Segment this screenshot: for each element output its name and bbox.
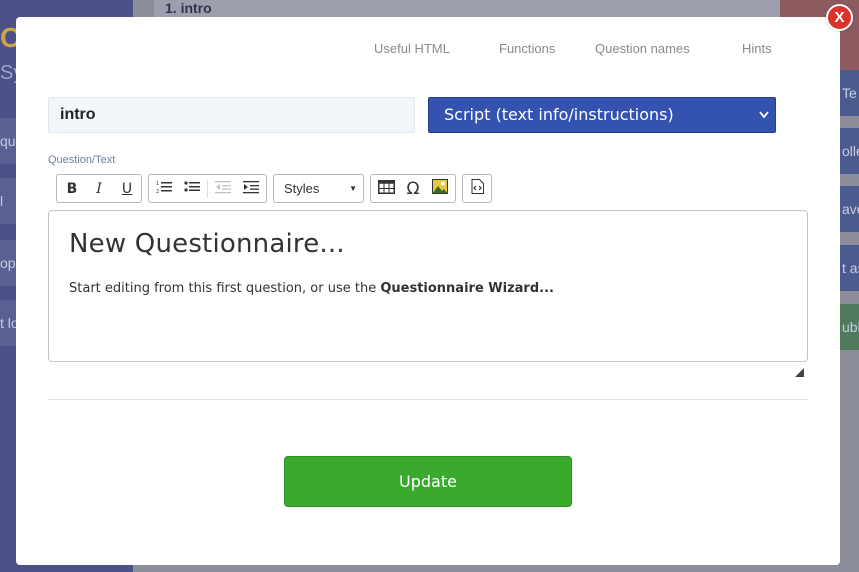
chevron-down-icon xyxy=(759,98,769,145)
background-left-row: t lo xyxy=(0,300,16,346)
underline-button[interactable]: U xyxy=(116,178,138,200)
image-icon[interactable] xyxy=(429,178,451,200)
question-type-select[interactable]: Script (text info/instructions) xyxy=(428,97,776,133)
svg-text:1: 1 xyxy=(156,181,159,187)
tab-question-names[interactable]: Question names xyxy=(595,41,690,56)
source-code-icon[interactable] xyxy=(466,178,488,200)
question-name-input[interactable] xyxy=(48,97,415,133)
background-left-row: ope xyxy=(0,240,16,286)
editor-paragraph: Start editing from this first question, … xyxy=(69,281,787,296)
caret-down-icon: ▼ xyxy=(349,184,357,193)
bold-button[interactable]: B xyxy=(61,178,83,200)
background-right-button: t as xyxy=(840,245,859,291)
styles-dropdown-label: Styles xyxy=(284,181,320,196)
background-right-button: ubli xyxy=(840,304,859,350)
insert-group: Ω xyxy=(370,174,456,203)
svg-text:2: 2 xyxy=(156,189,159,194)
editor-heading: New Questionnaire... xyxy=(69,229,345,259)
tab-useful-html[interactable]: Useful HTML xyxy=(374,41,450,56)
background-right-button: Te xyxy=(840,70,859,116)
modal-divider xyxy=(48,399,808,400)
numbered-list-icon[interactable]: 12 xyxy=(153,178,175,200)
format-group: B I U xyxy=(56,174,142,203)
background-question-title: 1. intro xyxy=(165,0,212,16)
bullet-list-icon[interactable] xyxy=(181,178,203,200)
outdent-icon[interactable] xyxy=(212,178,234,200)
questionnaire-wizard-text: Questionnaire Wizard... xyxy=(380,281,554,296)
background-logo: O xyxy=(0,22,16,53)
background-right-button: ave xyxy=(840,186,859,232)
list-group: 12 xyxy=(148,174,267,203)
tab-hints[interactable]: Hints xyxy=(742,41,772,56)
background-left-row: l xyxy=(0,178,16,224)
editor-resize-handle[interactable] xyxy=(795,368,804,377)
update-button[interactable]: Update xyxy=(284,456,572,507)
italic-button[interactable]: I xyxy=(88,178,110,200)
help-tabs: Useful HTML Functions Question names Hin… xyxy=(16,41,840,59)
question-type-selected: Script (text info/instructions) xyxy=(444,105,674,124)
background-left-row: qu xyxy=(0,118,16,164)
toolbar-separator xyxy=(207,180,208,198)
question-text-editor[interactable]: New Questionnaire... Start editing from … xyxy=(48,210,808,362)
close-modal-button[interactable]: X xyxy=(826,4,853,31)
indent-icon[interactable] xyxy=(240,178,262,200)
background-sys-text: Sy xyxy=(0,62,16,84)
styles-dropdown[interactable]: Styles ▼ xyxy=(273,174,364,203)
question-text-label: Question/Text xyxy=(48,154,116,166)
editor-paragraph-text: Start editing from this first question, … xyxy=(69,281,381,296)
table-icon[interactable] xyxy=(375,178,397,200)
special-character-icon[interactable]: Ω xyxy=(402,178,424,200)
source-group xyxy=(462,174,492,203)
question-edit-modal: Useful HTML Functions Question names Hin… xyxy=(16,17,840,565)
tab-functions[interactable]: Functions xyxy=(499,41,555,56)
background-right-button: olle xyxy=(840,128,859,174)
